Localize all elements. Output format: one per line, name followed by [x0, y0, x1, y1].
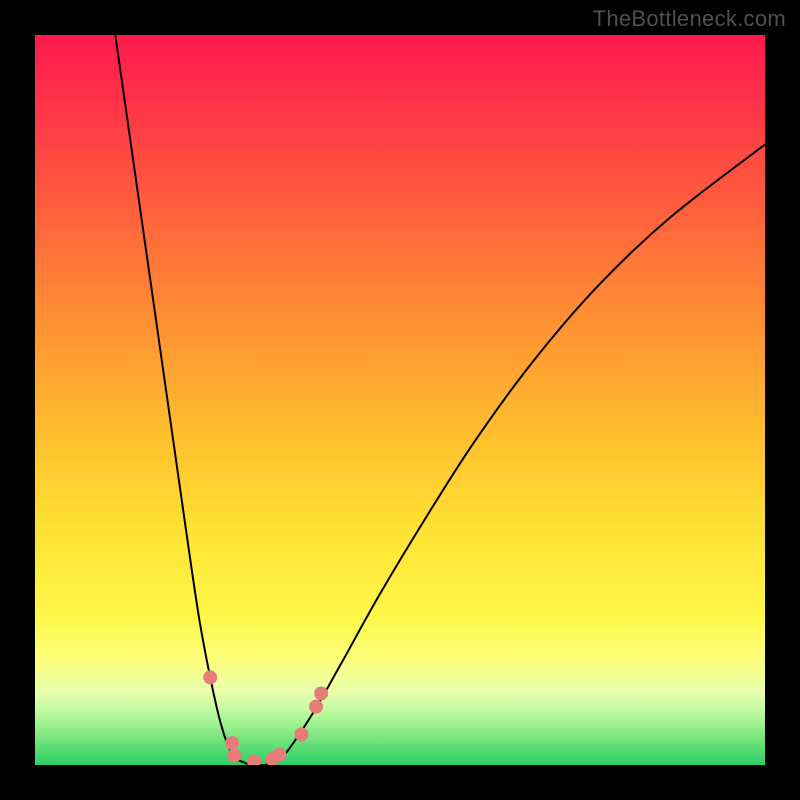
watermark-label: TheBottleneck.com: [593, 6, 786, 32]
plot-area: [35, 35, 765, 765]
curve-path: [115, 35, 765, 765]
chart-frame: TheBottleneck.com: [0, 0, 800, 800]
chart-svg: [35, 35, 765, 765]
marker-point: [273, 748, 287, 762]
bottleneck-curve: [115, 35, 765, 765]
marker-point: [314, 686, 328, 700]
marker-point: [227, 749, 241, 763]
marker-point: [294, 727, 308, 741]
marker-point: [309, 700, 323, 714]
marker-point: [203, 670, 217, 684]
marker-point: [225, 736, 239, 750]
marker-point: [247, 754, 261, 765]
